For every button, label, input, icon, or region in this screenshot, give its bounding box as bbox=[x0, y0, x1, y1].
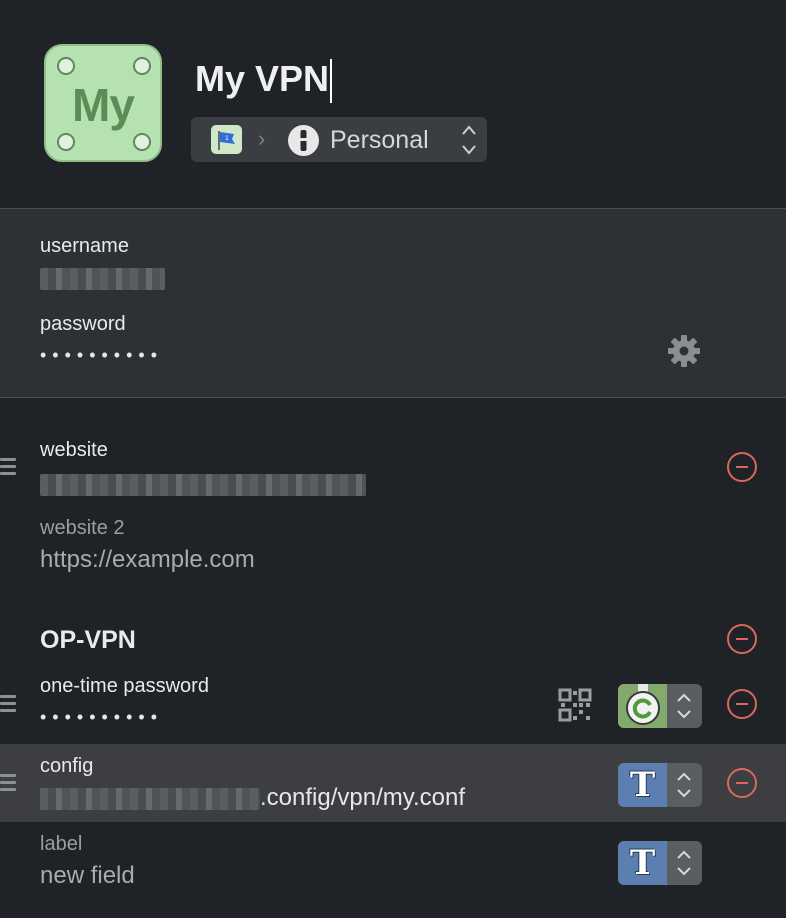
otp-type-icon bbox=[618, 684, 667, 728]
field-type-chooser-text[interactable]: T bbox=[618, 841, 702, 885]
section-title[interactable]: OP-VPN bbox=[40, 626, 136, 655]
qr-code-icon[interactable] bbox=[558, 688, 592, 727]
remove-field-button[interactable] bbox=[727, 452, 757, 482]
item-title-input[interactable]: My VPN bbox=[195, 58, 333, 104]
icon-hole bbox=[57, 133, 75, 151]
otp-value[interactable]: •••••••••• bbox=[40, 707, 163, 728]
username-label: username bbox=[40, 235, 129, 257]
password-value[interactable]: •••••••••• bbox=[40, 345, 163, 366]
up-down-chevron-icon bbox=[461, 123, 477, 162]
drag-handle-icon[interactable] bbox=[0, 458, 16, 479]
new-field-label[interactable]: label bbox=[40, 833, 82, 856]
remove-section-button[interactable] bbox=[727, 624, 757, 654]
vault-picker[interactable]: 1 › Personal bbox=[191, 117, 487, 162]
website-2-value[interactable]: https://example.com bbox=[40, 546, 255, 574]
icon-hole bbox=[133, 57, 151, 75]
item-title-text: My VPN bbox=[195, 58, 330, 99]
field-type-chooser-text[interactable]: T bbox=[618, 763, 702, 807]
drag-handle-icon[interactable] bbox=[0, 695, 16, 716]
config-label: config bbox=[40, 755, 94, 777]
password-label: password bbox=[40, 313, 126, 335]
item-icon-monogram: My bbox=[72, 79, 135, 131]
new-field-placeholder[interactable]: new field bbox=[40, 862, 135, 890]
text-type-icon: T bbox=[618, 763, 667, 807]
website-2-label: website 2 bbox=[40, 517, 125, 539]
text-caret bbox=[330, 59, 333, 104]
gear-icon[interactable] bbox=[666, 333, 702, 374]
up-down-chevron-icon bbox=[676, 691, 692, 726]
flag-icon: 1 bbox=[211, 125, 242, 154]
vault-label: Personal bbox=[330, 126, 429, 154]
lock-icon bbox=[288, 125, 319, 156]
website-label: website bbox=[40, 439, 108, 461]
remove-field-button[interactable] bbox=[727, 768, 757, 798]
item-icon[interactable]: My bbox=[44, 44, 162, 162]
svg-text:1: 1 bbox=[225, 135, 229, 142]
text-type-icon: T bbox=[618, 841, 667, 885]
chevron-right-icon: › bbox=[258, 126, 266, 151]
remove-field-button[interactable] bbox=[727, 689, 757, 719]
icon-hole bbox=[57, 57, 75, 75]
drag-handle-icon[interactable] bbox=[0, 774, 16, 795]
icon-hole bbox=[133, 133, 151, 151]
otp-label: one-time password bbox=[40, 675, 209, 697]
config-value-redacted bbox=[40, 788, 260, 810]
website-value-redacted[interactable] bbox=[40, 474, 366, 496]
username-value-redacted[interactable] bbox=[40, 268, 165, 290]
config-value[interactable]: .config/vpn/my.conf bbox=[260, 784, 465, 812]
up-down-chevron-icon bbox=[676, 848, 692, 883]
up-down-chevron-icon bbox=[676, 770, 692, 805]
field-type-chooser-otp[interactable] bbox=[618, 684, 702, 728]
